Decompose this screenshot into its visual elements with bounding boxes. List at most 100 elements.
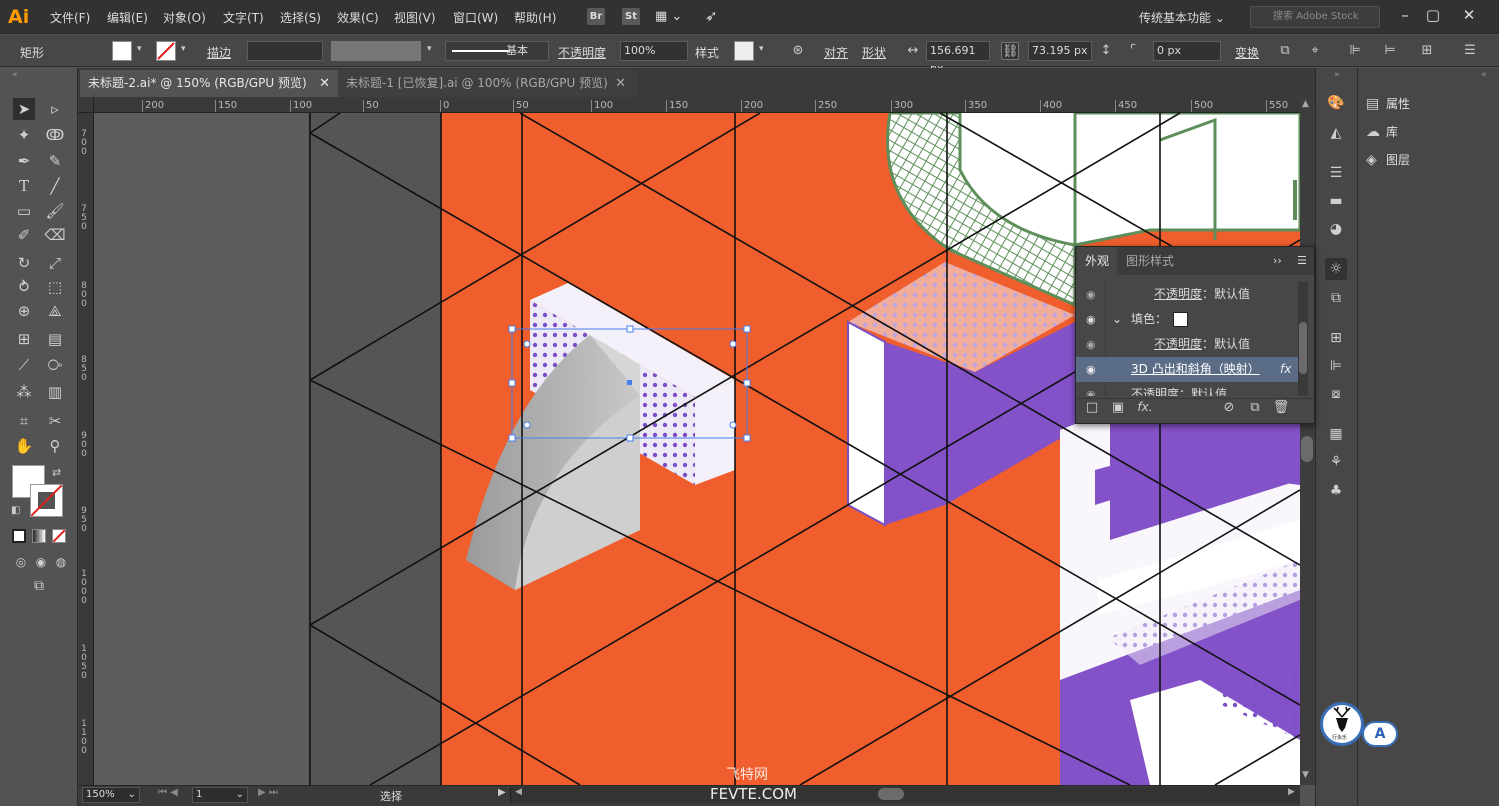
eraser-tool-icon[interactable]: ⌫ (44, 224, 66, 246)
free-transform-tool-icon[interactable]: ⬚ (44, 276, 66, 298)
gradient-panel-icon[interactable]: ▬ (1325, 190, 1347, 212)
close-tab-icon[interactable]: ✕ (615, 70, 626, 97)
align-options-icon[interactable]: ⊨ (1381, 42, 1399, 60)
color-guide-icon[interactable]: ◭ (1325, 122, 1347, 144)
visibility-eye-icon[interactable]: ◉ (1086, 282, 1096, 307)
eyedropper-tool-icon[interactable]: ⟋ (13, 354, 35, 376)
stock-search-input[interactable]: 搜索 Adobe Stock (1250, 6, 1380, 28)
tab-appearance[interactable]: 外观 (1077, 247, 1118, 275)
opacity-row-label[interactable]: 不透明度 (1154, 287, 1202, 301)
width-input[interactable]: 156.691 px (926, 41, 990, 75)
collapse-dock-icon[interactable]: « (1481, 70, 1487, 80)
graphic-style-swatch[interactable] (734, 41, 754, 61)
menu-edit[interactable]: 编辑(E) (107, 9, 148, 26)
stock-button[interactable]: St (622, 8, 640, 25)
collapse-tools-icon[interactable]: « (12, 70, 18, 80)
paintbrush-tool-icon[interactable]: 🖌 (44, 200, 66, 222)
none-mode-icon[interactable] (52, 529, 66, 543)
blend-tool-icon[interactable]: ⧂ (44, 354, 66, 376)
transform-panel-icon[interactable]: ⊞ (1325, 327, 1347, 349)
bridge-button[interactable]: Br (587, 8, 605, 25)
control-menu-icon[interactable]: ☰ (1461, 42, 1479, 60)
first-artboard-icon[interactable]: ⏮ ◀ (158, 787, 178, 798)
perspective-grid-tool-icon[interactable]: ⟁ (44, 300, 66, 322)
constrain-proportions-icon[interactable]: ⛓ (1001, 42, 1019, 60)
color-mode-icon[interactable] (12, 529, 26, 543)
visibility-eye-icon[interactable]: ◉ (1086, 307, 1096, 332)
shaper-tool-icon[interactable]: ✐ (13, 224, 35, 246)
stroke-dropdown-icon[interactable]: ▾ (181, 44, 191, 54)
fill-swatch[interactable] (112, 41, 132, 61)
symbols-panel-icon[interactable]: ♣ (1325, 480, 1347, 502)
menu-help[interactable]: 帮助(H) (514, 9, 556, 26)
lasso-tool-icon[interactable]: ↂ (44, 124, 66, 146)
stroke-swatch[interactable] (156, 41, 176, 61)
scroll-right-icon[interactable]: ▶ (1288, 787, 1295, 797)
recolor-icon[interactable]: ⊛ (789, 42, 807, 60)
warp-tool-icon[interactable]: ⥁ (13, 276, 35, 298)
tab-document-1[interactable]: 未标题-1 [已恢复].ai @ 100% (RGB/GPU 预览) ✕ (338, 70, 638, 97)
brush-definition[interactable]: 基本 (445, 41, 549, 61)
menu-effect[interactable]: 效果(C) (337, 9, 379, 26)
appearance-row-3d-effect[interactable]: ◉ 3D 凸出和斜角（映射） fx (1076, 357, 1298, 382)
status-menu-arrow-icon[interactable]: ▶ (498, 787, 506, 798)
curvature-tool-icon[interactable]: ✎ (44, 150, 66, 172)
draw-normal-icon[interactable]: ◎ (10, 551, 32, 573)
default-colors-icon[interactable]: ◧ (11, 505, 20, 516)
variable-width-profile[interactable] (331, 41, 421, 61)
expand-chevron-icon[interactable]: ⌄ (1112, 307, 1122, 332)
artboard-tool-icon[interactable]: ⌗ (13, 410, 35, 432)
screen-mode-icon[interactable]: ⧉ (28, 575, 50, 597)
style-dropdown-icon[interactable]: ▾ (759, 44, 769, 54)
appearance-row-opacity[interactable]: ◉ 不透明度：默认值 (1076, 282, 1298, 307)
appearance-scroll-thumb[interactable] (1299, 322, 1307, 374)
width-profile-dropdown-icon[interactable]: ▾ (427, 44, 437, 54)
rotate-tool-icon[interactable]: ↻ (13, 252, 35, 274)
close-tab-icon[interactable]: ✕ (319, 70, 330, 97)
zoom-field[interactable]: 150% ⌄ (82, 787, 140, 803)
appearance-row-opacity-2[interactable]: ◉ 不透明度：默认值 (1076, 332, 1298, 357)
duplicate-item-icon[interactable]: ⧉ (1246, 400, 1264, 415)
visibility-eye-icon[interactable]: ◉ (1086, 357, 1096, 382)
visibility-eye-icon[interactable]: ◉ (1086, 332, 1096, 357)
libraries-panel-tab[interactable]: ☁ 库 (1366, 121, 1398, 143)
panel-collapse-icon[interactable]: ›› (1273, 254, 1282, 267)
menu-type[interactable]: 文字(T) (223, 9, 264, 26)
stroke-color-box[interactable] (30, 484, 63, 517)
menu-object[interactable]: 对象(O) (163, 9, 206, 26)
direct-selection-tool-icon[interactable]: ▹ (44, 98, 66, 120)
opacity-input[interactable]: 100% (620, 41, 688, 61)
shape-builder-tool-icon[interactable]: ⊕ (13, 300, 35, 322)
pathfinder-panel-icon[interactable]: ⧇ (1325, 383, 1347, 405)
rocket-icon[interactable]: ➶ (705, 7, 718, 25)
type-tool-icon[interactable]: T (13, 175, 35, 197)
menu-select[interactable]: 选择(S) (280, 9, 321, 26)
clear-appearance-icon[interactable]: ⊘ (1220, 400, 1238, 415)
horizontal-scrollbar[interactable] (510, 787, 1300, 803)
puppet-icon[interactable]: ⌖ (1306, 42, 1324, 60)
zoom-tool-icon[interactable]: ⚲ (44, 435, 66, 457)
scale-tool-icon[interactable]: ⤢ (44, 252, 66, 274)
isolate-icon[interactable]: ⧉ (1276, 42, 1294, 60)
maximize-icon[interactable]: ▢ (1421, 5, 1445, 27)
align-distribute-icon[interactable]: ⊫ (1346, 42, 1364, 60)
shape-label[interactable]: 形状 (862, 44, 886, 61)
arrange-documents-icon[interactable]: ▦ ⌄ (655, 9, 682, 24)
opacity-row-label[interactable]: 不透明度 (1154, 337, 1202, 351)
slice-tool-icon[interactable]: ✂ (44, 410, 66, 432)
3d-effect-label[interactable]: 3D 凸出和斜角（映射） (1131, 357, 1260, 382)
vertical-scroll-thumb[interactable] (1301, 436, 1313, 462)
swap-colors-icon[interactable]: ⇄ (52, 466, 61, 479)
transparency-panel-icon[interactable]: ◕ (1325, 218, 1347, 240)
stroke-label[interactable]: 描边 (207, 44, 231, 61)
mesh-tool-icon[interactable]: ⊞ (13, 328, 35, 350)
opacity-label[interactable]: 不透明度 (558, 44, 606, 61)
fill-row-swatch[interactable] (1173, 312, 1188, 327)
delete-item-icon[interactable]: 🗑 (1272, 400, 1290, 415)
brushes-panel-icon[interactable]: ⚘ (1325, 451, 1347, 473)
gradient-tool-icon[interactable]: ▤ (44, 328, 66, 350)
stroke-panel-icon[interactable]: ☰ (1325, 162, 1347, 184)
hand-tool-icon[interactable]: ✋ (13, 435, 35, 457)
panel-menu-icon[interactable]: ☰ (1297, 254, 1307, 267)
appearance-row-opacity-3[interactable]: ◉ 不透明度：默认值 (1076, 382, 1298, 396)
